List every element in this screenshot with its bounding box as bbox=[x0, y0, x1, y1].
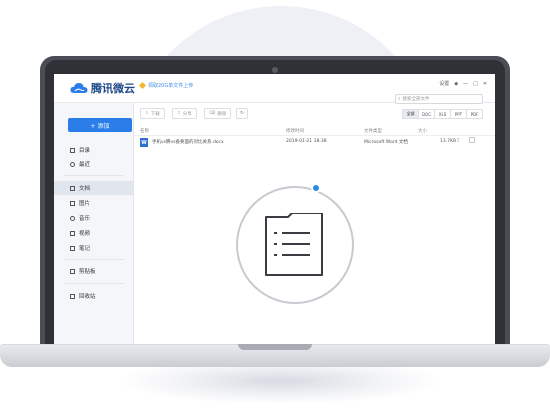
table-row[interactable]: W 手机vs腾vs备要面的对比关系.docx 2019-01-21 18:38 … bbox=[134, 137, 495, 150]
sidebar-item-label: 图片 bbox=[79, 201, 91, 207]
filter-tab-doc[interactable]: DOC bbox=[418, 109, 435, 119]
column-modified[interactable]: 修改时间 bbox=[286, 128, 304, 134]
cloud-icon bbox=[70, 83, 88, 93]
trash-icon: ⌫ bbox=[209, 111, 216, 116]
file-size: 13.7KB bbox=[440, 139, 457, 144]
file-name: 手机vs腾vs备要面的对比关系.docx bbox=[152, 140, 224, 145]
folder-icon bbox=[70, 147, 75, 153]
video-icon bbox=[70, 230, 75, 236]
sidebar-item-directory[interactable]: 目录 bbox=[54, 143, 133, 157]
sidebar-item-label: 文档 bbox=[79, 186, 91, 192]
window-controls: 设置 ◆ — □ ✕ bbox=[439, 80, 487, 88]
sidebar-item-label: 回收站 bbox=[79, 294, 96, 300]
promo-link[interactable]: 领取20G单文件上传 bbox=[138, 81, 194, 90]
filter-tab-all[interactable]: 全部 bbox=[402, 109, 419, 119]
sidebar-item-recent[interactable]: 最近 bbox=[54, 157, 133, 171]
column-type[interactable]: 文件类型 bbox=[364, 128, 382, 134]
share-icon: ⇪ bbox=[177, 111, 181, 116]
sidebar-item-notes[interactable]: 笔记 bbox=[54, 241, 133, 255]
laptop-notch bbox=[238, 344, 312, 350]
progress-dot bbox=[311, 183, 321, 193]
delete-button[interactable]: ⌫ 删除 bbox=[204, 108, 232, 119]
download-icon: ⇩ bbox=[145, 111, 149, 116]
sidebar-item-label: 音乐 bbox=[79, 216, 91, 222]
music-icon bbox=[70, 215, 75, 221]
logo: 腾讯微云 bbox=[70, 80, 135, 96]
settings-button[interactable]: 设置 bbox=[439, 80, 449, 87]
clipboard-icon bbox=[70, 268, 75, 274]
clock-icon bbox=[70, 161, 75, 167]
sidebar-item-label: 最近 bbox=[79, 162, 91, 168]
image-icon bbox=[70, 200, 75, 206]
share-icon[interactable]: ⇪ bbox=[456, 137, 461, 144]
search-placeholder: 搜索全部文件 bbox=[402, 97, 430, 102]
sidebar-item-label: 笔记 bbox=[79, 246, 91, 252]
sidebar-item-label: 目录 bbox=[79, 148, 91, 154]
filter-tabs: 全部 DOC XLS PPT PDF bbox=[402, 109, 483, 119]
sidebar-item-documents[interactable]: 文档 bbox=[54, 181, 133, 195]
trash-icon bbox=[70, 293, 75, 299]
divider bbox=[64, 283, 124, 284]
sidebar-item-music[interactable]: 音乐 bbox=[54, 211, 133, 225]
share-label: 分享 bbox=[182, 111, 192, 117]
sidebar-item-label: 视频 bbox=[79, 231, 91, 237]
sidebar-item-label: 剪贴板 bbox=[79, 269, 96, 275]
filter-tab-pdf[interactable]: PDF bbox=[466, 109, 483, 119]
refresh-button[interactable]: ↻ bbox=[236, 108, 248, 119]
file-type: Microsoft Word 文档 bbox=[364, 140, 408, 145]
camera-icon bbox=[272, 67, 278, 73]
logo-text: 腾讯微云 bbox=[91, 82, 135, 95]
column-size[interactable]: 大小 bbox=[418, 128, 427, 134]
document-icon bbox=[265, 213, 323, 276]
note-icon bbox=[70, 245, 75, 251]
title-bar: 腾讯微云 领取20G单文件上传 设置 ◆ — □ ✕ ⌕ 搜索全部文件 bbox=[54, 74, 495, 104]
sidebar: + 添加 目录 最近 文档 图片 音乐 视频 笔记 剪贴板 回收站 bbox=[54, 103, 134, 344]
add-button[interactable]: + 添加 bbox=[68, 118, 132, 132]
sidebar-item-clipboard[interactable]: 剪贴板 bbox=[54, 264, 133, 278]
share-button[interactable]: ⇪ 分享 bbox=[172, 108, 197, 119]
sidebar-item-images[interactable]: 图片 bbox=[54, 196, 133, 210]
minimize-button[interactable]: — bbox=[463, 81, 468, 87]
file-modified: 2019-01-21 18:38 bbox=[286, 139, 327, 144]
column-name[interactable]: 名称 bbox=[140, 128, 149, 134]
filter-tab-ppt[interactable]: PPT bbox=[450, 109, 467, 119]
maximize-button[interactable]: □ bbox=[473, 81, 478, 87]
table-header: 名称 修改时间 文件类型 大小 bbox=[134, 126, 495, 136]
divider bbox=[64, 259, 124, 260]
search-icon: ⌕ bbox=[398, 97, 401, 102]
document-icon bbox=[70, 185, 75, 191]
promo-text: 领取20G单文件上传 bbox=[148, 83, 194, 89]
diamond-icon bbox=[138, 81, 147, 90]
skin-button[interactable]: ◆ bbox=[454, 81, 458, 87]
delete-label: 删除 bbox=[217, 111, 227, 117]
word-file-icon: W bbox=[140, 138, 148, 147]
toolbar: ⇩ 下载 ⇪ 分享 ⌫ 删除 ↻ 全部 DOC XLS PPT PDF bbox=[134, 103, 495, 123]
divider bbox=[64, 175, 124, 176]
download-label: 下载 bbox=[150, 111, 160, 117]
refresh-icon: ↻ bbox=[240, 111, 244, 116]
close-button[interactable]: ✕ bbox=[483, 81, 487, 87]
download-button[interactable]: ⇩ 下载 bbox=[140, 108, 165, 119]
filter-tab-xls[interactable]: XLS bbox=[434, 109, 451, 119]
sidebar-item-video[interactable]: 视频 bbox=[54, 226, 133, 240]
row-checkbox[interactable] bbox=[469, 137, 475, 143]
sidebar-item-trash[interactable]: 回收站 bbox=[54, 289, 133, 303]
